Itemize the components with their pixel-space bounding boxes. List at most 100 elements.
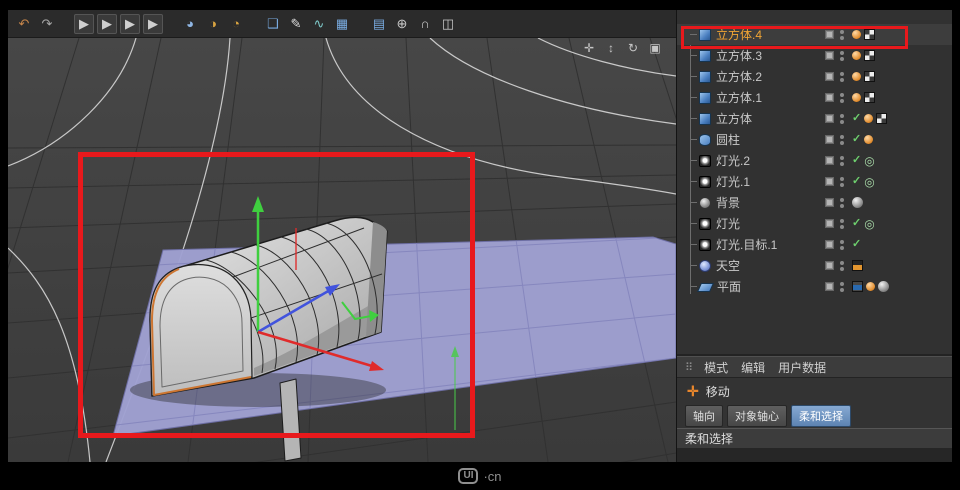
rotate-tool-button[interactable]: ▶	[143, 13, 163, 34]
redo-icon[interactable]: ↷	[37, 14, 57, 34]
scale-tool-button[interactable]: ▶	[120, 13, 140, 34]
subdivision-button[interactable]: ▦	[332, 14, 352, 34]
layer-square[interactable]	[825, 240, 834, 249]
dot-tag-icon[interactable]	[852, 30, 861, 39]
dot-tag-icon[interactable]	[852, 93, 861, 102]
object-axis-button[interactable]: 对象轴心	[727, 405, 787, 427]
dot-tag-icon[interactable]	[864, 114, 874, 123]
viewport-canvas[interactable]	[8, 38, 676, 462]
visibility-dots[interactable]	[840, 218, 844, 229]
magnet-snap-button[interactable]: ∩	[415, 14, 435, 34]
dot-tag-icon[interactable]	[864, 135, 874, 144]
check-tag-icon[interactable]: ✓	[852, 134, 861, 145]
light-icon	[699, 175, 711, 188]
checker-tag-icon[interactable]	[864, 50, 875, 61]
object-row[interactable]: 立方体.4	[677, 24, 952, 45]
checker-tag-icon[interactable]	[864, 92, 875, 103]
clapper-tag-icon[interactable]	[852, 260, 863, 271]
undo-icon[interactable]: ↶	[14, 14, 34, 34]
object-row[interactable]: 灯光 ✓ ◎	[677, 213, 952, 234]
object-row[interactable]: 立方体.3	[677, 45, 952, 66]
check-tag-icon[interactable]: ✓	[852, 239, 861, 250]
object-row[interactable]: 平面	[677, 276, 952, 297]
tab-userdata[interactable]: 用户数据	[778, 359, 826, 376]
grid-table-button[interactable]: ▤	[369, 14, 389, 34]
visibility-dots[interactable]	[840, 197, 844, 208]
object-row[interactable]: 立方体.1	[677, 87, 952, 108]
check-tag-icon[interactable]: ✓	[852, 155, 861, 166]
axis-lock-button[interactable]: ⊕	[392, 14, 412, 34]
sphere-tag-icon[interactable]	[852, 197, 863, 208]
panel-grip-icon[interactable]: ⠿	[685, 361, 693, 374]
layer-square[interactable]	[825, 72, 834, 81]
checker-tag-icon[interactable]	[864, 29, 875, 40]
layer-square[interactable]	[825, 198, 834, 207]
visibility-dots[interactable]	[840, 71, 844, 82]
object-row[interactable]: 立方体 ✓	[677, 108, 952, 129]
sphere-tag-icon[interactable]	[878, 281, 889, 292]
select-tool-button[interactable]: ▶	[74, 13, 94, 34]
layer-square[interactable]	[825, 282, 834, 291]
visibility-dots[interactable]	[840, 50, 844, 61]
layer-square[interactable]	[825, 177, 834, 186]
target-tag-icon[interactable]: ◎	[864, 155, 874, 167]
maximize-view-icon[interactable]: ▣	[648, 41, 662, 55]
object-row[interactable]: 天空	[677, 255, 952, 276]
primitive-cube-button[interactable]: ❑	[263, 14, 283, 34]
check-tag-icon[interactable]: ✓	[852, 113, 861, 124]
check-tag-icon[interactable]: ✓	[852, 176, 861, 187]
film-tag-icon[interactable]	[852, 281, 863, 292]
check-tag-icon[interactable]: ✓	[852, 218, 861, 229]
layer-square[interactable]	[825, 219, 834, 228]
visibility-dots[interactable]	[840, 155, 844, 166]
layer-square[interactable]	[825, 135, 834, 144]
tool-buttons-row: 轴向 对象轴心 柔和选择	[677, 404, 952, 428]
visibility-dots[interactable]	[840, 134, 844, 145]
object-row[interactable]: 背景	[677, 192, 952, 213]
target-tag-icon[interactable]: ◎	[864, 218, 874, 230]
tab-edit[interactable]: 编辑	[741, 359, 765, 376]
layer-square[interactable]	[825, 30, 834, 39]
layer-square[interactable]	[825, 51, 834, 60]
soft-selection-section[interactable]: 柔和选择	[677, 428, 952, 448]
layer-square[interactable]	[825, 93, 834, 102]
pan-icon[interactable]: ✛	[582, 41, 596, 55]
render-queue-button[interactable]: ◔	[226, 14, 246, 34]
render-settings-button[interactable]: ◑	[203, 14, 223, 34]
render-view-button[interactable]: ◕	[180, 14, 200, 34]
visibility-dots[interactable]	[840, 281, 844, 292]
object-row[interactable]: 圆柱 ✓	[677, 129, 952, 150]
spline-tool-button[interactable]: ∿	[309, 14, 329, 34]
visibility-dots[interactable]	[840, 176, 844, 187]
zoom-icon[interactable]: ↕	[604, 41, 618, 55]
viewport[interactable]: ✛ ↕ ↻ ▣	[8, 38, 676, 462]
object-row[interactable]: 立方体.2	[677, 66, 952, 87]
watermark-logo: UI	[458, 468, 479, 484]
soft-selection-button[interactable]: 柔和选择	[791, 405, 851, 427]
object-row[interactable]: 灯光.1 ✓ ◎	[677, 171, 952, 192]
dot-tag-icon[interactable]	[866, 282, 875, 291]
layer-square[interactable]	[825, 156, 834, 165]
rotate-view-icon[interactable]: ↻	[626, 41, 640, 55]
pen-tool-button[interactable]: ✎	[286, 14, 306, 34]
layer-square[interactable]	[825, 114, 834, 123]
object-row[interactable]: 灯光.2 ✓ ◎	[677, 150, 952, 171]
dot-tag-icon[interactable]	[852, 51, 861, 60]
target-tag-icon[interactable]: ◎	[864, 176, 874, 188]
dot-tag-icon[interactable]	[852, 72, 861, 81]
tag-list: ✓	[852, 134, 952, 145]
visibility-dots[interactable]	[840, 29, 844, 40]
tag-list	[852, 71, 952, 82]
tab-mode[interactable]: 模式	[704, 359, 728, 376]
workplane-button[interactable]: ◫	[438, 14, 458, 34]
object-row[interactable]: 灯光.目标.1 ✓	[677, 234, 952, 255]
move-tool-button[interactable]: ▶	[97, 13, 117, 34]
layer-square[interactable]	[825, 261, 834, 270]
visibility-dots[interactable]	[840, 239, 844, 250]
visibility-dots[interactable]	[840, 113, 844, 124]
checker-tag-icon[interactable]	[876, 113, 888, 124]
axis-button[interactable]: 轴向	[685, 405, 723, 427]
checker-tag-icon[interactable]	[864, 71, 875, 82]
visibility-dots[interactable]	[840, 260, 844, 271]
visibility-dots[interactable]	[840, 92, 844, 103]
